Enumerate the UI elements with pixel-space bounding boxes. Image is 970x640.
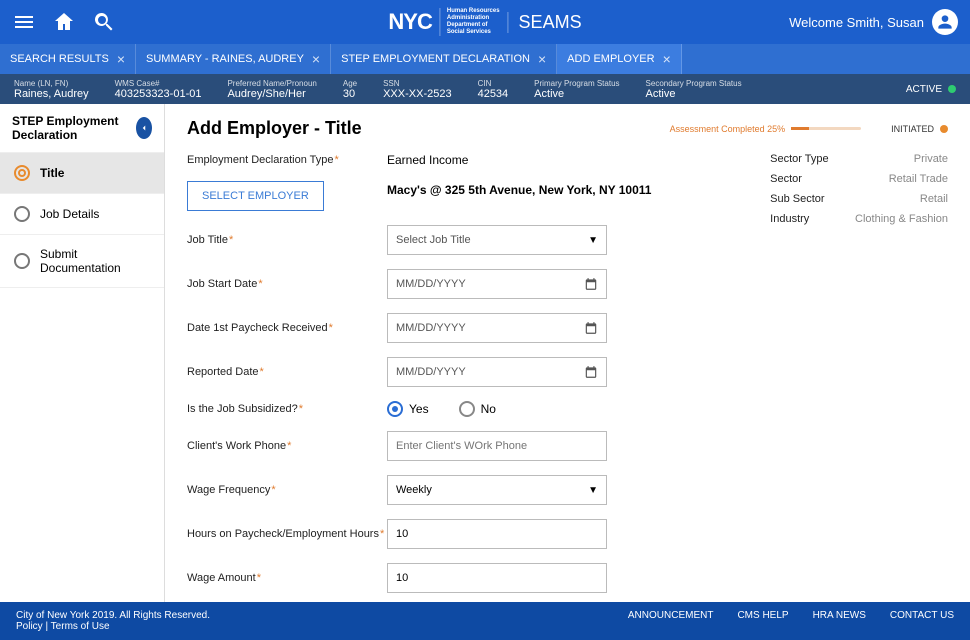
content-area: Add Employer - Title Assessment Complete… xyxy=(165,104,970,602)
initiated-badge: INITIATED xyxy=(891,124,948,134)
tab-search-results[interactable]: SEARCH RESULTS × xyxy=(0,44,136,74)
job-start-date-input[interactable]: MM/DD/YYYY xyxy=(387,269,607,299)
tab-label: SEARCH RESULTS xyxy=(10,53,109,65)
tab-add-employer[interactable]: ADD EMPLOYER × xyxy=(557,44,682,74)
welcome-text: Welcome Smith, Susan xyxy=(789,9,958,35)
calendar-icon[interactable] xyxy=(584,277,598,291)
footer-link-contact[interactable]: CONTACT US xyxy=(890,610,954,621)
subsidized-yes-radio[interactable]: Yes xyxy=(387,401,429,417)
wage-amount-input[interactable] xyxy=(387,563,607,593)
close-icon[interactable]: × xyxy=(117,51,125,67)
tab-bar: SEARCH RESULTS × SUMMARY - RAINES, AUDREY… xyxy=(0,44,970,74)
step-indicator-icon xyxy=(14,253,30,269)
sidebar-item-submit-docs[interactable]: Submit Documentation xyxy=(0,235,164,288)
footer: City of New York 2019. All Rights Reserv… xyxy=(0,602,970,640)
page-title: Add Employer - Title xyxy=(187,118,362,139)
tab-label: ADD EMPLOYER xyxy=(567,53,654,65)
sidebar-title: STEP Employment Declaration xyxy=(12,114,136,142)
work-phone-input[interactable] xyxy=(387,431,607,461)
radio-icon xyxy=(459,401,475,417)
employer-value: Macy's @ 325 5th Avenue, New York, NY 10… xyxy=(387,183,750,197)
job-title-select[interactable]: Select Job Title▼ xyxy=(387,225,607,255)
calendar-icon[interactable] xyxy=(584,365,598,379)
declaration-type-value: Earned Income xyxy=(387,153,750,167)
sidebar-item-title[interactable]: Title xyxy=(0,153,164,194)
home-icon[interactable] xyxy=(52,10,76,34)
tab-step-employment[interactable]: STEP EMPLOYMENT DECLARATION × xyxy=(331,44,557,74)
sector-panel: Sector TypePrivate SectorRetail Trade Su… xyxy=(770,153,948,602)
terms-link[interactable]: Terms of Use xyxy=(51,621,110,632)
close-icon[interactable]: × xyxy=(538,51,546,67)
subsidized-no-radio[interactable]: No xyxy=(459,401,496,417)
sidebar-item-job-details[interactable]: Job Details xyxy=(0,194,164,235)
brand-nyc: NYC xyxy=(388,9,431,35)
tab-label: STEP EMPLOYMENT DECLARATION xyxy=(341,53,530,65)
assessment-progress: Assessment Completed 25% xyxy=(670,124,862,134)
chevron-down-icon: ▼ xyxy=(588,235,598,246)
chevron-down-icon: ▼ xyxy=(588,485,598,496)
hours-input[interactable] xyxy=(387,519,607,549)
select-employer-button[interactable]: SELECT EMPLOYER xyxy=(187,181,324,211)
tab-summary[interactable]: SUMMARY - RAINES, AUDREY × xyxy=(136,44,331,74)
status-badge: ACTIVE xyxy=(906,84,956,95)
step-indicator-icon xyxy=(14,206,30,222)
footer-link-announcement[interactable]: ANNOUNCEMENT xyxy=(628,610,714,621)
first-paycheck-date-input[interactable]: MM/DD/YYYY xyxy=(387,313,607,343)
welcome-label: Welcome Smith, Susan xyxy=(789,15,924,30)
top-bar: NYC Human Resources Administration Depar… xyxy=(0,0,970,44)
copyright: City of New York 2019. All Rights Reserv… xyxy=(16,610,210,621)
status-dot-icon xyxy=(940,125,948,133)
radio-icon xyxy=(387,401,403,417)
collapse-icon[interactable] xyxy=(136,117,152,139)
brand-subtitle: Human Resources Administration Departmen… xyxy=(440,8,500,36)
brand: NYC Human Resources Administration Depar… xyxy=(388,8,581,36)
avatar-icon[interactable] xyxy=(932,9,958,35)
tab-label: SUMMARY - RAINES, AUDREY xyxy=(146,53,304,65)
menu-icon[interactable] xyxy=(12,10,36,34)
case-banner: Name (LN, FN)Raines, Audrey WMS Case#403… xyxy=(0,74,970,104)
close-icon[interactable]: × xyxy=(663,51,671,67)
close-icon[interactable]: × xyxy=(312,51,320,67)
footer-link-cms-help[interactable]: CMS HELP xyxy=(737,610,788,621)
policy-link[interactable]: Policy xyxy=(16,621,43,632)
wage-frequency-select[interactable]: Weekly▼ xyxy=(387,475,607,505)
step-indicator-icon xyxy=(14,165,30,181)
footer-link-hra-news[interactable]: HRA NEWS xyxy=(813,610,866,621)
reported-date-input[interactable]: MM/DD/YYYY xyxy=(387,357,607,387)
progress-bar xyxy=(791,127,861,130)
search-icon[interactable] xyxy=(92,10,116,34)
status-dot-icon xyxy=(948,85,956,93)
brand-seams: SEAMS xyxy=(508,12,582,33)
sidebar-header: STEP Employment Declaration xyxy=(0,104,164,153)
sidebar: STEP Employment Declaration Title Job De… xyxy=(0,104,165,602)
calendar-icon[interactable] xyxy=(584,321,598,335)
